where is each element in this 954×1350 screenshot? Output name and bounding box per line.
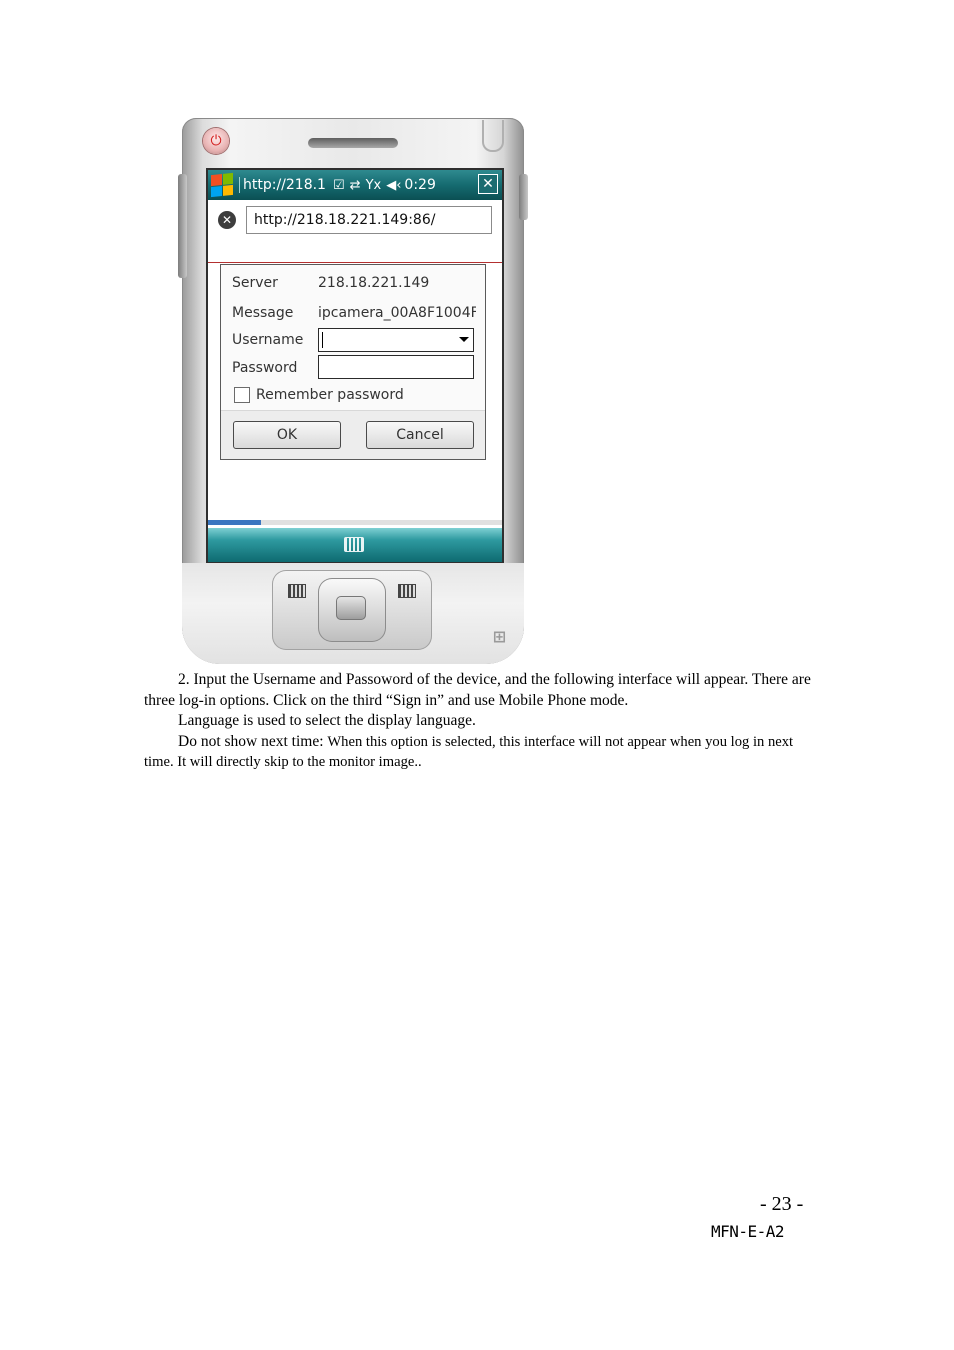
remember-password-label[interactable]: Remember password xyxy=(256,387,404,403)
contacts-key-icon[interactable] xyxy=(288,584,306,598)
paragraph-1: 2. Input the Username and Passoword of t… xyxy=(144,671,811,709)
document-code: MFN-E-A2 xyxy=(711,1222,785,1241)
status-icons: ☑ ⇄ Yx ◀‹ xyxy=(333,178,401,193)
windows-logo-icon: ⊞ xyxy=(492,627,506,646)
stop-icon[interactable]: ✕ xyxy=(218,211,236,229)
remember-password-checkbox[interactable] xyxy=(234,387,250,403)
directional-pad[interactable] xyxy=(318,578,386,642)
server-value: 218.18.221.149 xyxy=(318,275,430,291)
speaker-grille xyxy=(308,138,398,148)
username-label: Username xyxy=(232,332,304,348)
ok-button[interactable]: OK xyxy=(233,421,341,449)
paragraph-2: Language is used to select the display l… xyxy=(178,712,476,729)
navigation-panel xyxy=(272,570,432,650)
server-label: Server xyxy=(232,275,278,291)
address-row: ✕ http://218.18.221.149:86/ xyxy=(208,200,502,240)
title-bar: http://218.1 ☑ ⇄ Yx ◀‹ 0:29 ✕ xyxy=(208,170,502,200)
stylus-slot xyxy=(482,120,504,152)
pocket-pc-device: ⏻ http://218.1 ☑ ⇄ Yx ◀‹ 0:29 ✕ ✕ http:/… xyxy=(178,118,528,664)
login-dialog: Server 218.18.221.149 Message ipcamera_0… xyxy=(220,264,486,460)
keyboard-icon[interactable] xyxy=(344,537,364,552)
clock[interactable]: 0:29 xyxy=(404,177,435,193)
paragraph-3: Do not show next time: When this option … xyxy=(144,732,812,773)
password-field[interactable] xyxy=(318,355,474,379)
progress-fill xyxy=(208,520,261,525)
close-button[interactable]: ✕ xyxy=(478,174,498,194)
url-input[interactable]: http://218.18.221.149:86/ xyxy=(246,206,492,234)
windows-start-icon[interactable] xyxy=(211,172,233,198)
signal-off-icon[interactable]: Yx xyxy=(366,178,382,193)
edit-icon[interactable]: ☑ xyxy=(333,178,345,193)
dropdown-arrow-icon[interactable] xyxy=(459,337,469,342)
text-caret xyxy=(322,332,323,348)
paragraph-3-lead: Do not show next time: xyxy=(178,732,328,750)
input-panel-bar xyxy=(208,528,502,562)
cancel-button[interactable]: Cancel xyxy=(366,421,474,449)
divider-line xyxy=(208,262,502,263)
connectivity-icon[interactable]: ⇄ xyxy=(350,178,361,193)
side-button-right xyxy=(519,174,528,220)
message-value: ipcamera_00A8F1004FC xyxy=(318,305,476,321)
page-number: - 23 - xyxy=(760,1193,804,1215)
message-label: Message xyxy=(232,305,294,321)
bottom-bar xyxy=(208,512,502,562)
username-combobox[interactable] xyxy=(318,328,474,352)
document-body: 2. Input the Username and Passoword of t… xyxy=(144,670,812,773)
window-title: http://218.1 xyxy=(239,177,329,193)
volume-icon[interactable]: ◀‹ xyxy=(386,178,401,193)
dpad-center-button[interactable] xyxy=(336,596,366,620)
password-label: Password xyxy=(232,360,298,376)
device-screen: http://218.1 ☑ ⇄ Yx ◀‹ 0:29 ✕ ✕ http://2… xyxy=(206,168,504,564)
side-button-left xyxy=(178,174,187,278)
calendar-key-icon[interactable] xyxy=(398,584,416,598)
power-button-icon[interactable]: ⏻ xyxy=(203,128,229,154)
page-load-progress xyxy=(208,520,502,525)
